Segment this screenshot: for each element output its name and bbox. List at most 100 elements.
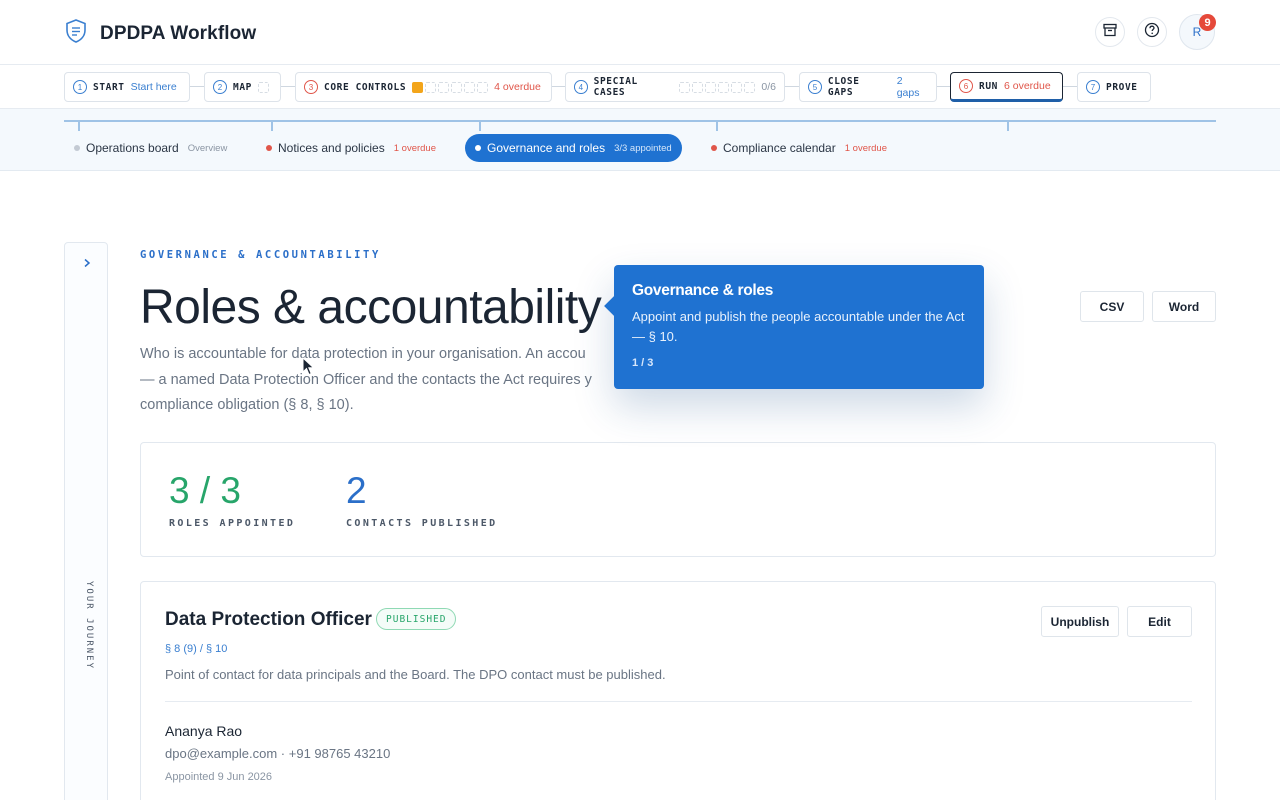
stat-value: 3 / 3	[169, 470, 241, 511]
role-card-dpo: Data Protection Officer PUBLISHED Unpubl…	[140, 581, 1216, 800]
stats-card: 3 / 3 ROLES APPOINTED 2 CONTACTS PUBLISH…	[140, 442, 1216, 557]
export-word-button[interactable]: Word	[1152, 291, 1216, 322]
subnav-meta: 3/3 appointed	[614, 142, 672, 154]
step-meta: Start here	[130, 81, 177, 93]
step-label: SPECIAL CASES	[593, 76, 638, 98]
step-progress	[412, 81, 489, 93]
step-number: 6	[959, 79, 973, 93]
step-connector	[785, 86, 799, 87]
subnav-label: Notices and policies	[278, 141, 385, 155]
stat-contacts-published: 2 CONTACTS PUBLISHED	[346, 471, 498, 530]
progress-box-empty	[438, 81, 450, 93]
subnav-meta: 1 overdue	[393, 142, 436, 154]
archive-button[interactable]	[1095, 17, 1125, 47]
mouse-cursor-icon	[302, 356, 316, 377]
step-number: 4	[574, 80, 588, 94]
onboarding-tooltip: Governance & roles Appoint and publish t…	[604, 265, 984, 389]
subnav-item-operations-board[interactable]: Operations board Overview	[74, 134, 227, 162]
progress-box-empty	[731, 81, 743, 93]
progress-box-empty	[679, 81, 691, 93]
section-eyebrow: GOVERNANCE & ACCOUNTABILITY	[140, 249, 381, 261]
step-meta: 2 gaps	[896, 75, 920, 99]
step-label: CORE CONTROLS	[324, 81, 407, 93]
step-connector	[281, 86, 295, 87]
step-number: 2	[213, 80, 227, 94]
step-progress	[679, 81, 756, 93]
role-description: Point of contact for data principals and…	[165, 667, 666, 682]
subnav-tick	[78, 120, 80, 131]
step-label: START	[93, 81, 125, 93]
page-title: Roles & accountability	[140, 281, 602, 334]
step-map[interactable]: 2 MAP	[204, 72, 281, 102]
step-core-controls[interactable]: 3 CORE CONTROLS 4 overdue	[295, 72, 552, 102]
progress-box-empty	[464, 81, 476, 93]
help-icon	[1144, 22, 1160, 43]
step-label: CLOSE GAPS	[827, 76, 860, 98]
step-start[interactable]: 1 START Start here	[64, 72, 190, 102]
export-csv-button[interactable]: CSV	[1080, 291, 1144, 322]
subnav-meta: Overview	[187, 142, 228, 154]
workflow-stepper: 1 START Start here 2 MAP 3 CORE CONTROLS…	[0, 65, 1280, 109]
step-meta: 6 overdue	[1003, 80, 1051, 92]
step-connector	[190, 86, 204, 87]
subnav-item-notices-and-policies[interactable]: Notices and policies 1 overdue	[266, 134, 436, 162]
subnav-label: Governance and roles	[487, 141, 606, 155]
stat-label: ROLES APPOINTED	[169, 518, 296, 529]
status-dot	[74, 145, 80, 151]
journey-panel[interactable]: YOUR JOURNEY	[64, 242, 108, 800]
subnav-label: Compliance calendar	[723, 141, 836, 155]
status-dot	[266, 145, 272, 151]
subnav-tick	[271, 120, 273, 131]
progress-box-empty	[718, 81, 730, 93]
chevron-right-icon[interactable]	[79, 255, 95, 271]
subnav-item-compliance-calendar[interactable]: Compliance calendar 1 overdue	[711, 134, 887, 162]
subnav-meta: 1 overdue	[844, 142, 887, 154]
stat-roles-appointed: 3 / 3 ROLES APPOINTED	[169, 470, 296, 530]
person-contact: dpo@example.com · +91 98765 43210	[165, 746, 391, 761]
brand[interactable]: DPDPA Workflow	[64, 18, 256, 49]
step-connector	[937, 86, 950, 87]
step-special-cases[interactable]: 4 SPECIAL CASES 0/6	[565, 72, 785, 102]
person-name: Ananya Rao	[165, 723, 243, 739]
step-label: MAP	[233, 81, 252, 93]
status-dot	[475, 145, 481, 151]
status-badge: PUBLISHED	[376, 608, 457, 630]
step-close-gaps[interactable]: 5 CLOSE GAPS 2 gaps	[799, 72, 937, 102]
archive-icon	[1102, 22, 1118, 43]
subnav-tick	[479, 120, 481, 131]
step-connector	[552, 86, 565, 87]
step-run[interactable]: 6 RUN 6 overdue	[950, 72, 1063, 102]
progress-box-empty	[451, 81, 463, 93]
progress-box-empty	[744, 81, 756, 93]
step-number: 5	[808, 80, 822, 94]
subnav-label: Operations board	[86, 141, 179, 155]
subnav-item-governance-and-roles[interactable]: Governance and roles 3/3 appointed	[465, 134, 682, 162]
edit-button[interactable]: Edit	[1127, 606, 1192, 637]
step-number: 3	[304, 80, 318, 94]
progress-box-empty	[425, 81, 437, 93]
progress-box-filled	[412, 81, 424, 93]
shield-icon	[64, 18, 88, 49]
subnav-tick	[1007, 120, 1009, 131]
step-progress	[257, 81, 269, 93]
step-connector	[1063, 86, 1077, 87]
app-title: DPDPA Workflow	[100, 22, 257, 44]
step-meta: 0/6	[761, 81, 776, 93]
step-number: 7	[1086, 80, 1100, 94]
step-label: RUN	[979, 80, 998, 92]
help-button[interactable]	[1137, 17, 1167, 47]
unpublish-button[interactable]: Unpublish	[1041, 606, 1119, 637]
step-prove[interactable]: 7 PROVE	[1077, 72, 1151, 102]
legal-reference-link[interactable]: § 8 (9) / § 10	[165, 643, 227, 655]
run-subnav: Operations board Overview Notices and po…	[0, 109, 1280, 171]
step-meta: 4 overdue	[494, 81, 541, 93]
tooltip-title: Governance & roles	[632, 282, 774, 299]
role-title: Data Protection Officer	[165, 609, 372, 630]
progress-box-empty	[705, 81, 717, 93]
tooltip-step-count: 1 / 3	[632, 357, 654, 369]
journey-label: YOUR JOURNEY	[84, 581, 94, 671]
top-bar: DPDPA Workflow R 9	[0, 0, 1280, 65]
subnav-rail	[64, 120, 1216, 122]
subnav-tick	[716, 120, 718, 131]
status-dot	[711, 145, 717, 151]
